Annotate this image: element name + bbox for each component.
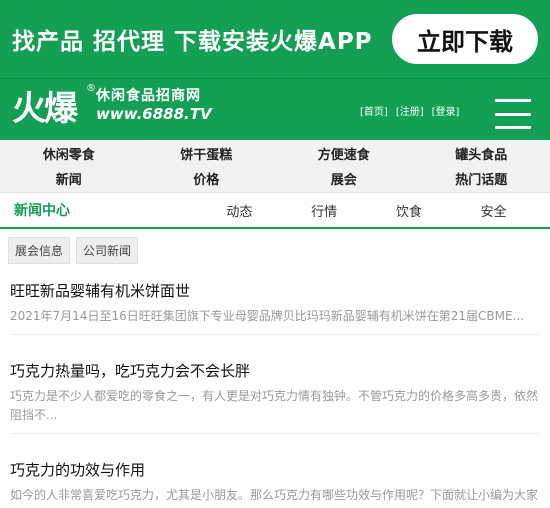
category-link[interactable]: 新闻	[56, 169, 82, 188]
category-column: 休闲零食 新闻	[0, 140, 138, 192]
category-link[interactable]: 饼干蛋糕	[180, 144, 232, 163]
category-link[interactable]: 方便速食	[318, 144, 370, 163]
tab-dynamics[interactable]: 动态	[197, 201, 282, 220]
article-title[interactable]: 巧克力的功效与作用	[10, 459, 540, 480]
category-column: 方便速食 展会	[275, 140, 413, 192]
list-item[interactable]: 巧克力的功效与作用 如今的人非常喜爱吃巧克力，尤其是小朋友。那么巧克力有哪些功效…	[10, 434, 540, 508]
hamburger-menu-icon[interactable]	[495, 99, 531, 129]
app-download-banner: 找产品 招代理 下载安装火爆APP 立即下载	[0, 0, 550, 78]
article-summary: 2021年7月14日至16日旺旺集团旗下专业母婴品牌贝比玛玛新品婴辅有机米饼在第…	[10, 309, 524, 323]
chip-exhibition-info[interactable]: 展会信息	[8, 237, 71, 264]
article-summary: 如今的人非常喜爱吃巧克力，尤其是小朋友。那么巧克力有哪些功效与作用呢？下面就让小…	[10, 488, 539, 508]
category-link[interactable]: 热门话题	[455, 169, 507, 188]
download-now-button[interactable]: 立即下载	[392, 14, 538, 64]
login-link[interactable]: [登录]	[432, 103, 460, 118]
logo-url: www.6888.TV	[96, 105, 212, 123]
list-item[interactable]: 旺旺新品婴辅有机米饼面世 2021年7月14日至16日旺旺集团旗下专业母婴品牌贝…	[10, 264, 540, 335]
logo-subtitle: 休闲食品招商网	[96, 88, 201, 104]
category-column: 罐头食品 热门话题	[413, 140, 550, 192]
banner-promo-text[interactable]: 找产品 招代理 下载安装火爆APP	[12, 22, 373, 56]
register-link[interactable]: [注册]	[396, 103, 424, 118]
category-link[interactable]: 休闲零食	[43, 144, 95, 163]
tab-safety[interactable]: 安全	[451, 201, 536, 220]
tab-news-center[interactable]: 新闻中心	[14, 200, 197, 220]
tab-diet[interactable]: 饮食	[366, 201, 451, 220]
category-nav: 休闲零食 新闻 饼干蛋糕 价格 方便速食 展会 罐头食品 热门话题	[0, 140, 550, 193]
chip-company-news[interactable]: 公司新闻	[76, 237, 139, 264]
tag-chips: 展会信息 公司新闻	[0, 229, 550, 264]
article-list: 旺旺新品婴辅有机米饼面世 2021年7月14日至16日旺旺集团旗下专业母婴品牌贝…	[0, 264, 550, 508]
top-links: [首页] [注册] [登录]	[360, 103, 459, 118]
home-link[interactable]: [首页]	[360, 103, 388, 118]
category-link[interactable]: 罐头食品	[455, 144, 507, 163]
news-tab-bar: 新闻中心 动态 行情 饮食 安全	[0, 193, 550, 229]
list-item[interactable]: 巧克力热量吗，吃巧克力会不会长胖 巧克力是不少人都爱吃的零食之一，有人更是对巧克…	[10, 335, 540, 434]
category-link[interactable]: 展会	[331, 169, 357, 188]
category-link[interactable]: 价格	[193, 169, 219, 188]
site-header: 火爆 ® 休闲食品招商网 www.6888.TV [首页] [注册] [登录]	[0, 78, 550, 140]
article-summary: 巧克力是不少人都爱吃的零食之一，有人更是对巧克力情有独钟。不管巧克力的价格多高多…	[10, 389, 539, 422]
registered-mark: ®	[86, 83, 96, 94]
article-title[interactable]: 巧克力热量吗，吃巧克力会不会长胖	[10, 360, 540, 381]
site-logo[interactable]: 火爆	[12, 81, 78, 130]
category-column: 饼干蛋糕 价格	[138, 140, 276, 192]
article-title[interactable]: 旺旺新品婴辅有机米饼面世	[10, 280, 540, 301]
tab-market[interactable]: 行情	[282, 201, 367, 220]
